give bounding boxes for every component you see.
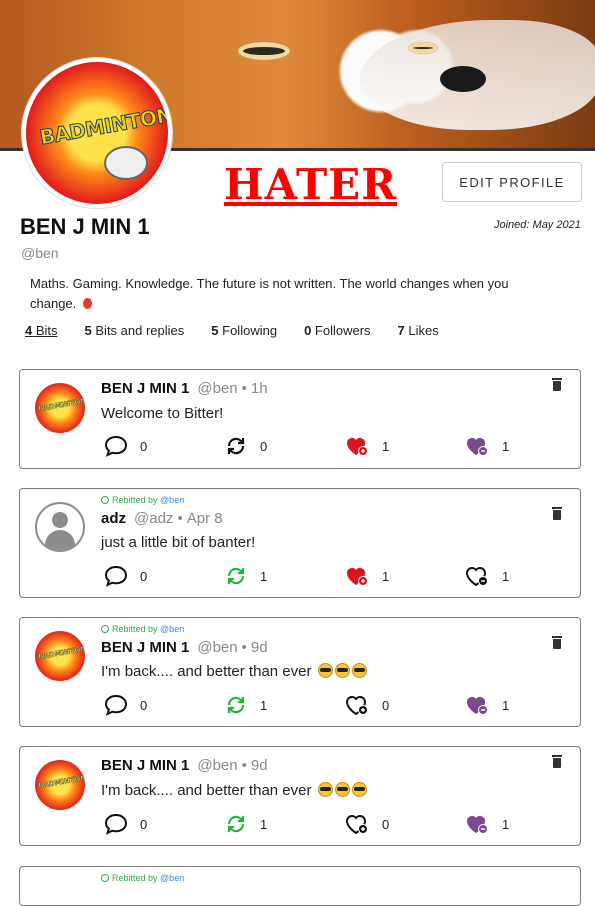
post-actions: 0 1 0 1 (104, 693, 524, 717)
like-button[interactable]: 0 (344, 812, 389, 836)
comment-icon (104, 565, 128, 587)
sunglasses-emoji-icon (334, 782, 350, 797)
post-card[interactable]: Rebitted by @ben adz @adz • Apr 8 just a li… (19, 488, 581, 598)
comment-icon (104, 435, 128, 457)
reply-button[interactable]: 0 (104, 434, 147, 458)
trash-icon[interactable] (552, 636, 562, 649)
dislike-button[interactable]: 1 (464, 812, 509, 836)
sunglasses-emoji-icon (351, 663, 367, 678)
like-button[interactable]: 1 (344, 564, 389, 588)
balloon-icon (82, 298, 92, 309)
dislike-button[interactable]: 1 (464, 434, 509, 458)
post-card[interactable]: BEN J MIN 1@ben•1h Welcome to Bitter! 0 … (19, 369, 581, 469)
post-text: I'm back.... and better than ever (101, 663, 367, 680)
reply-button[interactable]: 0 (104, 693, 147, 717)
reply-button[interactable]: 0 (104, 564, 147, 588)
sunglasses-emoji-icon (334, 663, 350, 678)
rebit-label: Rebitted by @ben (101, 495, 184, 505)
tab-followers[interactable]: 0 Followers (304, 323, 370, 338)
fox-eye (238, 42, 290, 60)
post-avatar[interactable] (35, 760, 85, 810)
post-text: I'm back.... and better than ever (101, 782, 367, 799)
rebit-small-icon (101, 874, 109, 882)
heart-plus-icon (345, 815, 368, 835)
rebit-small-icon (101, 496, 109, 504)
heart-minus-icon (467, 438, 488, 456)
post-avatar[interactable] (35, 502, 85, 552)
trash-icon[interactable] (552, 755, 562, 768)
shuttlecock-icon (104, 146, 148, 180)
dislike-button[interactable]: 1 (464, 693, 509, 717)
rebit-button[interactable]: 1 (224, 693, 267, 717)
comment-icon (104, 694, 128, 716)
heart-plus-icon (345, 696, 368, 716)
profile-bio: Maths. Gaming. Knowledge. The future is … (30, 274, 550, 314)
bio-text: Maths. Gaming. Knowledge. The future is … (30, 276, 509, 311)
tab-bits-and-replies[interactable]: 5 Bits and replies (85, 323, 185, 338)
rebit-small-icon (101, 625, 109, 633)
trash-icon[interactable] (552, 378, 562, 391)
fox-nose (440, 66, 486, 92)
post-actions: 0 1 0 1 (104, 812, 524, 836)
profile-handle: @ben (21, 245, 59, 261)
like-button[interactable]: 1 (344, 434, 389, 458)
post-avatar[interactable] (35, 631, 85, 681)
rebit-icon (227, 696, 245, 714)
post-text: Welcome to Bitter! (101, 405, 224, 422)
post-author: BEN J MIN 1 @ben • 9d (101, 757, 268, 774)
avatar-logo-text: BADMINTON (37, 102, 172, 150)
rebit-icon (227, 567, 245, 585)
tab-bits[interactable]: 4 Bits (25, 323, 58, 338)
sunglasses-emoji-icon (317, 782, 333, 797)
page-title: HATER (224, 160, 398, 209)
profile-avatar: BADMINTON (22, 58, 172, 208)
post-text: just a little bit of banter! (101, 534, 256, 551)
rebit-label: Rebitted by @ben (101, 873, 184, 883)
joined-date: Joined: May 2021 (494, 219, 581, 231)
post-actions: 0 1 1 1 (104, 564, 524, 588)
post-card[interactable]: BEN J MIN 1@ben•9d I'm back.... and bett… (19, 746, 581, 846)
trash-icon[interactable] (552, 507, 562, 520)
sunglasses-emoji-icon (351, 782, 367, 797)
heart-minus-icon (467, 816, 488, 834)
comment-icon (104, 813, 128, 835)
reply-button[interactable]: 0 (104, 812, 147, 836)
post-author: adz @adz • Apr 8 (101, 510, 223, 527)
rebit-button[interactable]: 0 (224, 434, 267, 458)
rebit-label: Rebitted by @ben (101, 624, 184, 634)
post-author: BEN J MIN 1 @ben • 9d (101, 639, 268, 656)
heart-plus-icon (347, 568, 368, 586)
post-card[interactable]: Rebitted by @ben BEN J MIN 1@ben•9d I'm … (19, 617, 581, 727)
dislike-button[interactable]: 1 (464, 564, 509, 588)
tab-following[interactable]: 5 Following (211, 323, 277, 338)
edit-profile-button[interactable]: EDIT PROFILE (442, 162, 582, 202)
rebit-button[interactable]: 1 (224, 812, 267, 836)
rebit-icon (227, 437, 245, 455)
post-actions: 0 0 1 1 (104, 434, 524, 458)
rebit-icon (227, 815, 245, 833)
profile-display-name: BEN J MIN 1 (20, 214, 150, 239)
post-author: BEN J MIN 1 @ben • 1h (101, 380, 268, 397)
tab-likes[interactable]: 7 Likes (398, 323, 439, 338)
heart-minus-icon (467, 697, 488, 715)
sunglasses-emoji-icon (317, 663, 333, 678)
post-avatar[interactable] (35, 383, 85, 433)
fox-eye (408, 42, 438, 54)
rebit-button[interactable]: 1 (224, 564, 267, 588)
post-card[interactable]: Rebitted by @ben (19, 866, 581, 906)
like-button[interactable]: 0 (344, 693, 389, 717)
heart-plus-icon (347, 438, 368, 456)
profile-stats: 4 Bits 5 Bits and replies 5 Following 0 … (25, 323, 466, 338)
heart-minus-icon (465, 567, 488, 587)
